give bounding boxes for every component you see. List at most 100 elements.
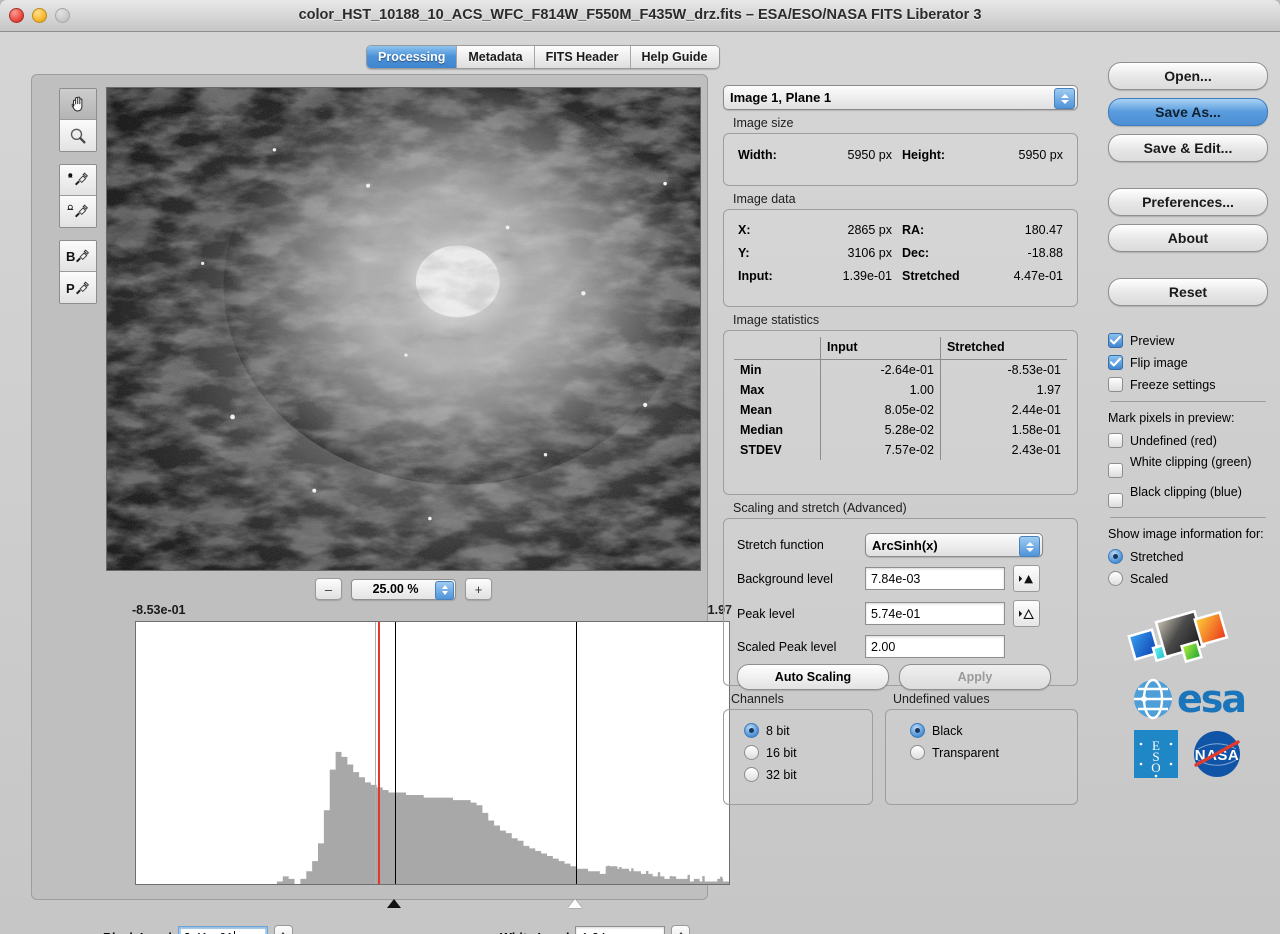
stat-stdev-input: 7.57e-02 (821, 440, 941, 460)
peak-level-value: 5.74e-01 (871, 607, 920, 621)
checkbox-preview[interactable]: Preview (1108, 333, 1268, 348)
white-level-line[interactable] (576, 622, 577, 884)
table-row: STDEV 7.57e-02 2.43e-01 (734, 440, 1067, 460)
white-level-handle[interactable] (568, 899, 582, 908)
background-level-input[interactable]: 7.84e-03 (865, 567, 1005, 590)
histogram-plot[interactable] (135, 621, 730, 885)
open-button[interactable]: Open... (1108, 62, 1268, 90)
peak-picker-button[interactable] (1013, 600, 1040, 627)
image-plane-select[interactable]: Image 1, Plane 1 (723, 85, 1078, 110)
undefined-option-transparent[interactable]: Transparent (910, 745, 1077, 760)
tab-fits-header[interactable]: FITS Header (535, 46, 631, 68)
radio-32bit[interactable] (744, 767, 759, 782)
stretched-value: 4.47e-01 (992, 269, 1063, 283)
esa-wordmark: esa (1177, 677, 1245, 721)
window-title: color_HST_10188_10_ACS_WFC_F814W_F550M_F… (0, 7, 1280, 23)
check-freeze-settings[interactable] (1108, 377, 1123, 392)
background-picker-button[interactable] (1013, 565, 1040, 592)
checkbox-freeze-settings[interactable]: Freeze settings (1108, 377, 1268, 392)
black-level-stepper[interactable] (274, 925, 293, 934)
background-picker-tool[interactable]: B (60, 241, 96, 272)
radio-option-stretched[interactable]: Stretched (1108, 549, 1268, 564)
hand-tool[interactable] (60, 89, 96, 120)
undefined-label-black: Black (932, 724, 963, 738)
peak-level-row: Peak level 5.74e-01 (737, 600, 1064, 627)
show-info-label: Show image information for: (1108, 527, 1268, 542)
checkbox-black-clipping[interactable]: Black clipping (blue) (1108, 485, 1268, 508)
radio-black[interactable] (910, 723, 925, 738)
stat-row-label: Max (734, 380, 821, 400)
channel-option-16bit[interactable]: 16 bit (744, 745, 872, 760)
check-black-clipping[interactable] (1108, 493, 1123, 508)
nasa-logo: NASA (1192, 729, 1242, 779)
preferences-button[interactable]: Preferences... (1108, 188, 1268, 216)
stat-min-stretched: -8.53e-01 (940, 360, 1067, 381)
white-level-input[interactable]: 1.24 (575, 926, 665, 934)
processing-panel: B P (31, 74, 708, 900)
statistics-table: Input Stretched Min -2.64e-01 -8.53e-01 … (734, 337, 1067, 460)
zoom-stepper[interactable] (435, 581, 454, 600)
radio-option-scaled[interactable]: Scaled (1108, 571, 1268, 586)
black-level-line[interactable] (395, 622, 396, 884)
stat-row-label: Mean (734, 400, 821, 420)
channel-option-32bit[interactable]: 32 bit (744, 767, 872, 782)
check-preview[interactable] (1108, 333, 1123, 348)
zoom-level-field[interactable]: 25.00 % (351, 579, 456, 600)
tab-processing[interactable]: Processing (367, 46, 457, 68)
tab-help-guide[interactable]: Help Guide (631, 46, 719, 68)
tab-metadata[interactable]: Metadata (457, 46, 534, 68)
image-size-row: Width: 5950 px Height: 5950 px (738, 148, 1063, 162)
scaled-peak-label: Scaled Peak level (737, 640, 865, 654)
about-button[interactable]: About (1108, 224, 1268, 252)
black-level-handle[interactable] (387, 899, 401, 908)
check-undefined-red[interactable] (1108, 433, 1123, 448)
checkbox-white-clipping[interactable]: White clipping (green) (1108, 455, 1268, 478)
image-statistics-group-label: Image statistics (733, 313, 1078, 327)
black-point-picker-tool[interactable] (60, 165, 96, 196)
save-and-edit-button[interactable]: Save & Edit... (1108, 134, 1268, 162)
channel-option-8bit[interactable]: 8 bit (744, 723, 872, 738)
label-black-clipping: Black clipping (blue) (1130, 485, 1242, 500)
radio-16bit[interactable] (744, 745, 759, 760)
checkbox-flip-image[interactable]: Flip image (1108, 355, 1268, 370)
radio-transparent[interactable] (910, 745, 925, 760)
zoom-in-button[interactable]: + (465, 578, 492, 600)
undefined-option-black[interactable]: Black (910, 723, 1077, 738)
zoom-out-button[interactable]: – (315, 578, 342, 600)
white-point-picker-tool[interactable] (60, 196, 96, 227)
checkbox-undefined-red[interactable]: Undefined (red) (1108, 433, 1268, 448)
white-level-value: 1.24 (581, 931, 605, 934)
scaled-peak-input[interactable]: 2.00 (865, 635, 1005, 658)
peak-picker-tool[interactable]: P (60, 272, 96, 303)
radio-8bit[interactable] (744, 723, 759, 738)
image-data-box: X: 2865 px RA: 180.47 Y: 3106 px Dec: -1… (723, 209, 1078, 307)
stretch-function-select[interactable]: ArcSinh(x) (865, 533, 1043, 557)
reset-button[interactable]: Reset (1108, 278, 1268, 306)
image-size-box: Width: 5950 px Height: 5950 px (723, 133, 1078, 186)
check-flip-image[interactable] (1108, 355, 1123, 370)
divider (1110, 517, 1266, 518)
image-plane-stepper[interactable] (1054, 88, 1075, 109)
image-preview[interactable] (106, 87, 701, 571)
stretch-function-stepper[interactable] (1019, 536, 1040, 557)
stat-mean-stretched: 2.44e-01 (940, 400, 1067, 420)
image-plane-value: Image 1, Plane 1 (730, 90, 831, 105)
tool-palette: B P (59, 88, 97, 316)
histogram-axis-labels: -8.53e-01 1.97 (132, 603, 732, 617)
ra-label: RA: (892, 223, 992, 237)
black-level-input[interactable]: 2.41e-01 (178, 926, 268, 934)
save-as-button[interactable]: Save As... (1108, 98, 1268, 126)
height-label: Height: (892, 148, 968, 162)
y-label: Y: (738, 246, 796, 260)
magnifier-tool[interactable] (60, 120, 96, 151)
y-value: 3106 px (796, 246, 892, 260)
channels-group-label: Channels (731, 692, 873, 706)
radio-scaled[interactable] (1108, 571, 1123, 586)
stat-row-label: STDEV (734, 440, 821, 460)
radio-stretched[interactable] (1108, 549, 1123, 564)
app-window: color_HST_10188_10_ACS_WFC_F814W_F550M_F… (0, 0, 1280, 934)
check-white-clipping[interactable] (1108, 463, 1123, 478)
peak-level-input[interactable]: 5.74e-01 (865, 602, 1005, 625)
esa-logo: esa (1108, 677, 1268, 721)
white-level-stepper[interactable] (671, 925, 690, 934)
